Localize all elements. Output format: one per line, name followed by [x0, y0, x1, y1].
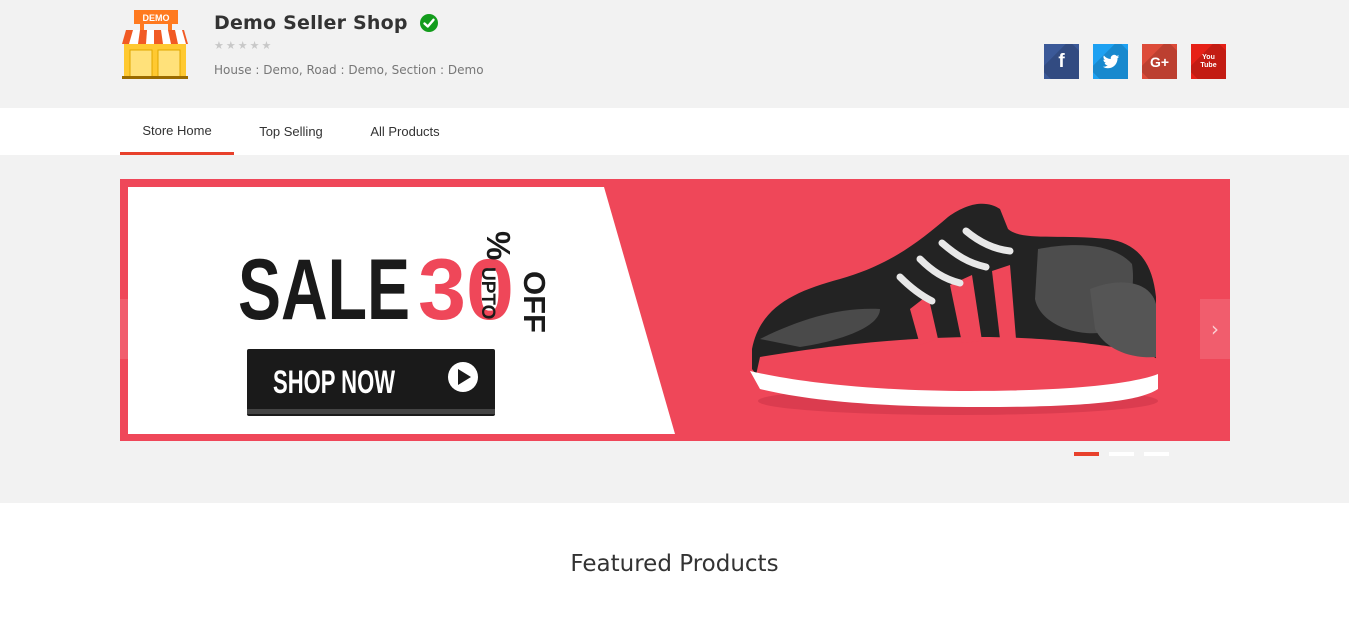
star-icon: ★	[225, 39, 236, 52]
google-plus-icon: G+	[1149, 53, 1170, 70]
shop-name: Demo Seller Shop	[214, 12, 408, 34]
twitter-icon	[1102, 54, 1119, 68]
shop-address: House : Demo, Road : Demo, Section : Dem…	[214, 63, 484, 77]
star-icon: ★	[249, 39, 260, 52]
tab-top-selling[interactable]: Top Selling	[234, 108, 348, 155]
slider-prev-button[interactable]: ‹	[120, 299, 150, 359]
upto-text: UPTO	[477, 267, 498, 319]
banner-slider: SALE 30 UPTO % OFF SHOP NOW ‹ ›	[0, 155, 1349, 503]
percent-text: %	[480, 231, 517, 260]
shop-logo-text: DEMO	[143, 13, 170, 23]
youtube-button[interactable]: You Tube	[1191, 44, 1226, 79]
store-nav: Store Home Top Selling All Products	[0, 108, 1349, 155]
chevron-left-icon: ‹	[131, 317, 139, 341]
chevron-right-icon: ›	[1211, 317, 1219, 341]
slider-dots	[1074, 452, 1169, 456]
tab-store-home[interactable]: Store Home	[120, 108, 234, 155]
tab-all-products[interactable]: All Products	[348, 108, 462, 155]
sale-banner[interactable]: SALE 30 UPTO % OFF SHOP NOW	[120, 179, 1230, 441]
slider-dot-3[interactable]	[1144, 452, 1169, 456]
shop-now-label: SHOP NOW	[273, 364, 396, 400]
social-links: f G+ You Tube	[1044, 44, 1226, 79]
sale-banner-art: SALE 30 UPTO % OFF SHOP NOW	[128, 187, 1158, 434]
shop-logo[interactable]: DEMO	[120, 10, 190, 80]
slider-next-button[interactable]: ›	[1200, 299, 1230, 359]
shop-header: DEMO Demo Seller Shop ★ ★ ★ ★ ★ House : …	[0, 0, 1349, 108]
slider-dot-1[interactable]	[1074, 452, 1099, 456]
star-icon: ★	[261, 39, 272, 52]
facebook-button[interactable]: f	[1044, 44, 1079, 79]
sale-text: SALE	[238, 242, 410, 338]
verified-icon	[419, 14, 438, 32]
off-text: OFF	[517, 271, 552, 333]
twitter-button[interactable]	[1093, 44, 1128, 79]
slider-dot-2[interactable]	[1109, 452, 1134, 456]
facebook-icon: f	[1058, 50, 1065, 72]
star-icon: ★	[214, 39, 224, 52]
youtube-icon: You Tube	[1200, 53, 1217, 69]
google-plus-button[interactable]: G+	[1142, 44, 1177, 79]
shop-title-row: Demo Seller Shop	[214, 12, 438, 34]
featured-products-title: Featured Products	[570, 551, 779, 577]
rating-stars: ★ ★ ★ ★ ★	[214, 40, 271, 52]
star-icon: ★	[237, 39, 248, 52]
sneaker-image	[750, 203, 1158, 415]
